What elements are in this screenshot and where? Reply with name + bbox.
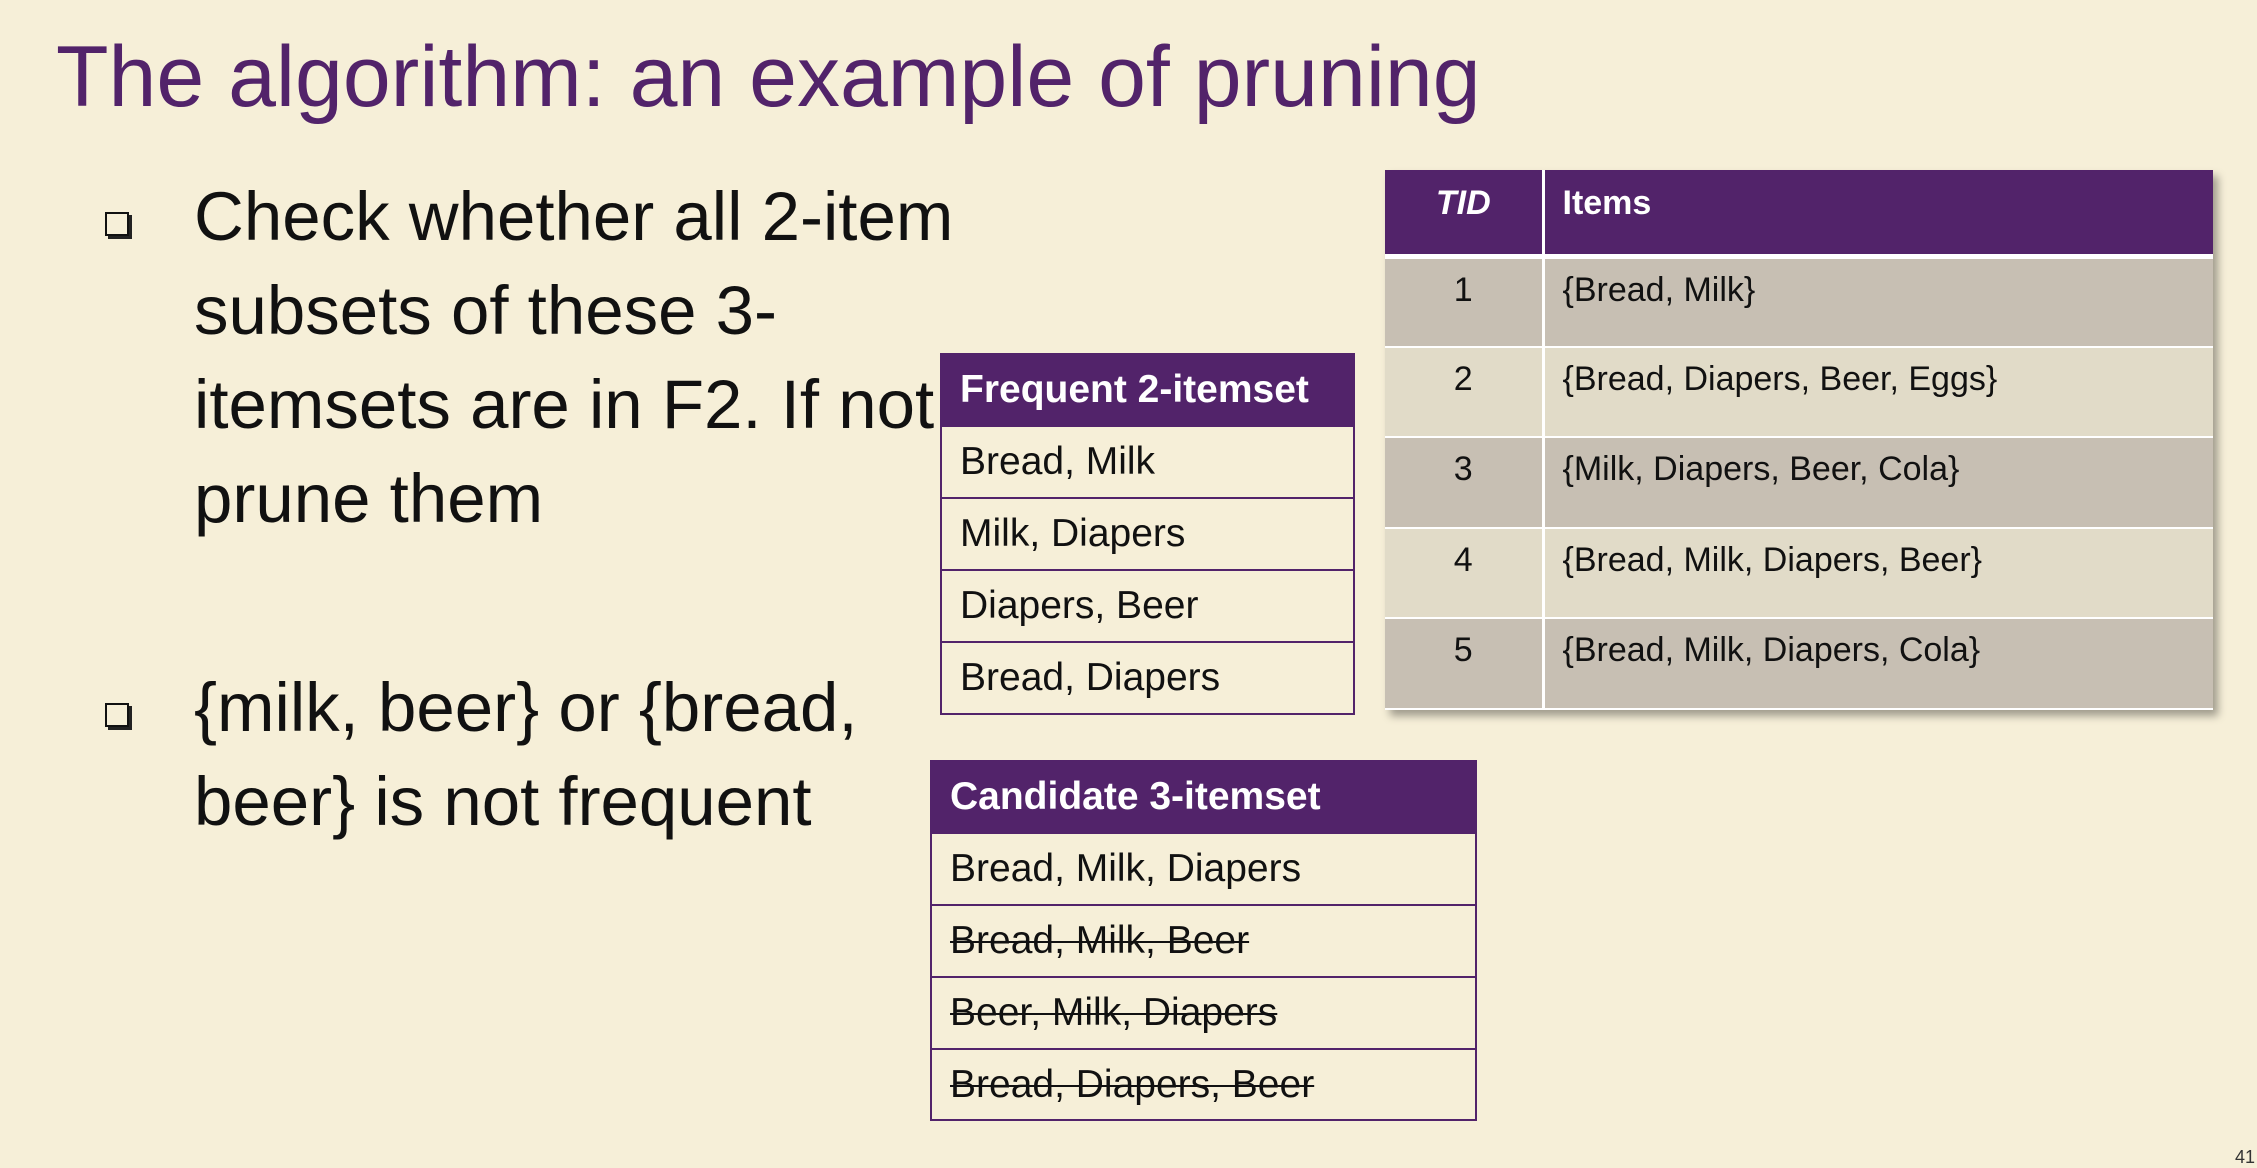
- slide-title: The algorithm: an example of pruning: [56, 29, 1481, 125]
- itemset-text: Beer, Milk, Diapers: [950, 991, 1278, 1034]
- table-row: 3 {Milk, Diapers, Beer, Cola}: [1385, 437, 2213, 529]
- tid-cell: 4: [1385, 527, 1545, 620]
- frequent-2-itemset-table: Frequent 2-itemset Bread, Milk Milk, Dia…: [940, 353, 1355, 715]
- table-row: Milk, Diapers: [942, 497, 1353, 569]
- table-row: 1 {Bread, Milk}: [1385, 256, 2213, 348]
- bullet-text: Check whether all 2-item subsets of thes…: [194, 178, 954, 537]
- transactions-table: TID Items 1 {Bread, Milk} 2 {Bread, Diap…: [1385, 170, 2213, 710]
- items-cell: {Milk, Diapers, Beer, Cola}: [1543, 437, 2213, 529]
- table-header: Frequent 2-itemset: [942, 355, 1353, 425]
- transactions-grid: TID Items 1 {Bread, Milk} 2 {Bread, Diap…: [1385, 170, 2213, 710]
- items-cell: {Bread, Milk, Diapers, Beer}: [1543, 527, 2213, 620]
- table-row-pruned: Bread, Milk, Beer: [932, 904, 1475, 976]
- table-row: Diapers, Beer: [942, 569, 1353, 641]
- bullet-text: {milk, beer} or {bread, beer} is not fre…: [194, 669, 858, 840]
- table-header-row: TID Items: [1385, 170, 2213, 259]
- table-row: Bread, Milk, Diapers: [932, 832, 1475, 904]
- slide: The algorithm: an example of pruning Che…: [0, 0, 2257, 1167]
- square-bullet-icon: [105, 212, 129, 236]
- page-number: 41: [2234, 1147, 2255, 1167]
- table-row: 5 {Bread, Milk, Diapers, Cola}: [1385, 618, 2213, 710]
- items-column-header: Items: [1543, 170, 2213, 259]
- table-row: 2 {Bread, Diapers, Beer, Eggs}: [1385, 346, 2213, 439]
- tid-column-header: TID: [1385, 170, 1545, 259]
- tid-cell: 2: [1385, 346, 1545, 439]
- itemset-text: Bread, Milk, Beer: [950, 919, 1250, 962]
- table-header: Candidate 3-itemset: [932, 762, 1475, 832]
- items-cell: {Bread, Diapers, Beer, Eggs}: [1543, 346, 2213, 439]
- table-row-pruned: Bread, Diapers, Beer: [932, 1048, 1475, 1120]
- tid-cell: 3: [1385, 437, 1545, 529]
- candidate-3-itemset-table: Candidate 3-itemset Bread, Milk, Diapers…: [930, 760, 1477, 1121]
- table-row: Bread, Milk: [942, 425, 1353, 497]
- items-cell: {Bread, Milk, Diapers, Cola}: [1543, 618, 2213, 710]
- square-bullet-icon: [105, 703, 129, 727]
- table-row: Bread, Diapers: [942, 641, 1353, 713]
- table-row-pruned: Beer, Milk, Diapers: [932, 976, 1475, 1048]
- itemset-text: Bread, Diapers, Beer: [950, 1063, 1315, 1106]
- items-cell: {Bread, Milk}: [1543, 256, 2213, 348]
- itemset-text: Bread, Milk, Diapers: [950, 847, 1302, 890]
- tid-cell: 1: [1385, 256, 1545, 348]
- tid-cell: 5: [1385, 618, 1545, 710]
- table-row: 4 {Bread, Milk, Diapers, Beer}: [1385, 527, 2213, 620]
